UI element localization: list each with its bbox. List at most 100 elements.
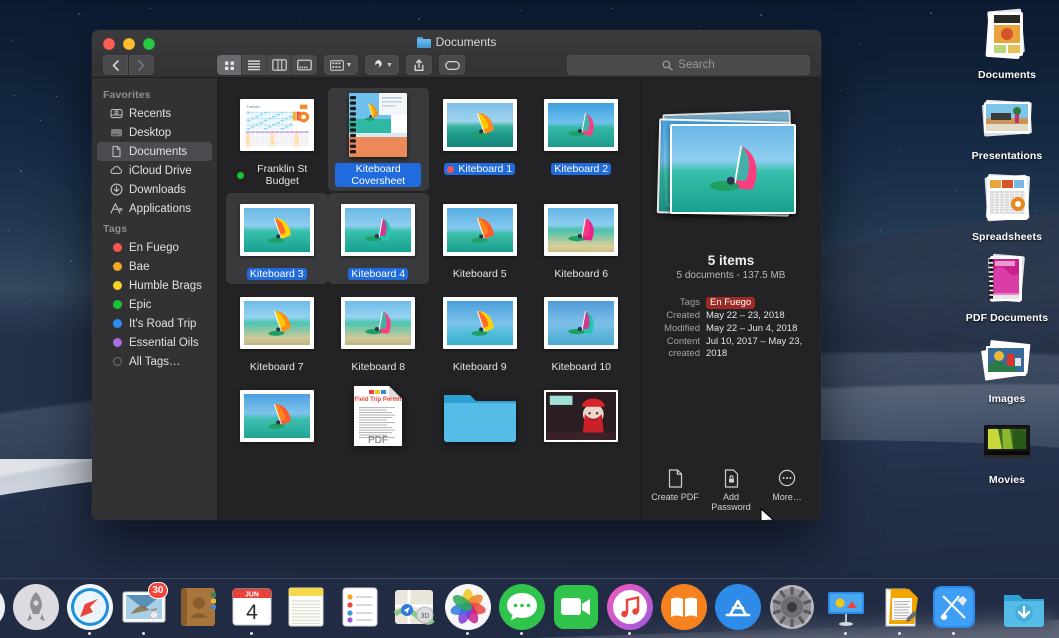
gallery-view-button[interactable] — [292, 55, 317, 75]
preview-pane: 5 items 5 documents - 137.5 MB Tags En Fu… — [641, 78, 821, 520]
sidebar-item-icloud-drive[interactable]: iCloud Drive — [97, 161, 212, 180]
sidebar-item-essential-oils[interactable]: Essential Oils — [97, 333, 212, 352]
dock-item-safari[interactable] — [66, 584, 113, 635]
file-item[interactable] — [226, 379, 328, 452]
facetime-icon — [553, 584, 599, 630]
dock-item-mail[interactable]: 30 — [121, 582, 168, 635]
file-item-kiteboard-3[interactable]: Kiteboard 3 — [226, 193, 328, 284]
navigation-group[interactable] — [103, 55, 154, 75]
windsurfer-figure — [471, 113, 494, 138]
desktop-icon-documents[interactable]: Documents — [961, 0, 1053, 81]
view-mode-segmented-control[interactable] — [217, 55, 317, 75]
dock-item-trash[interactable] — [1055, 584, 1059, 635]
file-thumbnail — [438, 93, 522, 157]
file-item-kiteboard-8[interactable]: Kiteboard 8 — [328, 286, 430, 377]
desktop-icon-pdf-documents[interactable]: PDF Documents — [961, 243, 1053, 324]
action-gear-button[interactable]: ▼ — [365, 55, 399, 75]
file-item-kiteboard-coversheet[interactable]: Kiteboard Coversheet — [327, 88, 429, 191]
desktop-icon-presentations[interactable]: Presentations — [961, 81, 1053, 162]
dock-item-photos[interactable] — [444, 584, 491, 635]
share-button[interactable] — [406, 55, 432, 75]
sidebar-item-label: iCloud Drive — [129, 164, 192, 177]
file-thumbnail — [438, 291, 522, 355]
file-thumbnail — [438, 198, 522, 262]
file-item-kiteboard-1[interactable]: Kiteboard 1 — [429, 88, 531, 191]
sidebar-item-humble-brags[interactable]: Humble Brags — [97, 276, 212, 295]
create-pdf-button[interactable]: Create PDF — [649, 467, 701, 512]
desktop-icon-images[interactable]: Images — [961, 324, 1053, 405]
file-item-kiteboard-4[interactable]: Kiteboard 4 — [327, 193, 429, 284]
sidebar-item-en-fuego[interactable]: En Fuego — [97, 238, 212, 257]
running-indicator — [682, 632, 685, 635]
desktop-icon-movies[interactable]: Movies — [961, 405, 1053, 486]
file-item-kiteboard-9[interactable]: Kiteboard 9 — [429, 286, 531, 377]
add-password-button[interactable]: Add Password — [705, 467, 757, 512]
file-item[interactable]: Field Trip Permit PDF — [328, 379, 430, 452]
tag-button[interactable] — [439, 55, 465, 75]
dock-item-downloads-folder[interactable] — [1001, 584, 1047, 635]
lock-document-icon — [721, 467, 741, 489]
desktop-icon-label: Images — [988, 393, 1026, 405]
tag-dot-icon — [447, 165, 455, 173]
sidebar-item-label: Applications — [129, 202, 192, 215]
column-view-button[interactable] — [267, 55, 292, 75]
file-label: Kiteboard 8 — [348, 361, 408, 373]
search-input[interactable]: Search — [567, 55, 810, 75]
dock-item-notes[interactable] — [283, 584, 329, 635]
list-view-button[interactable] — [242, 55, 267, 75]
file-item-franklin-st-budget[interactable]: Franklin Franklin St Budget — [226, 88, 328, 191]
file-item[interactable] — [429, 379, 531, 452]
back-button[interactable] — [103, 55, 128, 75]
sidebar-item-epic[interactable]: Epic — [97, 295, 212, 314]
svg-text:4: 4 — [246, 601, 258, 624]
file-item-kiteboard-7[interactable]: Kiteboard 7 — [226, 286, 328, 377]
sidebar-item-downloads[interactable]: Downloads — [97, 180, 212, 199]
sidebar-item-desktop[interactable]: Desktop — [97, 123, 212, 142]
dock-item-xcode[interactable] — [931, 584, 977, 635]
dock-item-contacts[interactable] — [175, 584, 221, 635]
file-item-kiteboard-10[interactable]: Kiteboard 10 — [531, 286, 633, 377]
group-by-button[interactable]: ▼ — [324, 55, 358, 75]
sidebar-item-it-s-road-trip[interactable]: It's Road Trip — [97, 314, 212, 333]
sidebar-item-documents[interactable]: Documents — [97, 142, 212, 161]
dock-item-maps[interactable]: 3D — [391, 584, 437, 635]
cloud-icon — [110, 166, 123, 174]
file-item[interactable] — [531, 379, 633, 452]
dock-item-reminders[interactable] — [337, 584, 383, 635]
sidebar-item-all-tags[interactable]: All Tags… — [97, 352, 212, 371]
tag-dot-hollow-icon — [109, 355, 123, 369]
sidebar-item-applications[interactable]: Applications — [97, 199, 212, 218]
finder-sidebar[interactable]: Favorites Recents Desktop Documents iCloud D… — [92, 78, 218, 520]
file-item-kiteboard-5[interactable]: Kiteboard 5 — [429, 193, 531, 284]
tag-dot-icon — [109, 279, 123, 293]
sidebar-item-recents[interactable]: Recents — [97, 104, 212, 123]
dock-item-messages[interactable] — [498, 584, 545, 635]
dock-item-launchpad[interactable] — [12, 584, 59, 635]
file-label-text: Kiteboard 6 — [554, 268, 609, 280]
dock-item-system-preferences[interactable] — [769, 584, 815, 635]
cloud-icon — [109, 164, 123, 178]
dock-item-keynote[interactable] — [823, 584, 869, 635]
dock-item-facetime[interactable] — [553, 584, 599, 635]
dock-item-app-store[interactable] — [714, 584, 761, 635]
file-label-text: Kiteboard 5 — [452, 268, 507, 280]
photo-thumbnail — [544, 99, 619, 151]
sidebar-item-bae[interactable]: Bae — [97, 257, 212, 276]
dock[interactable]: 30 JUN 4 3D — [0, 578, 1059, 638]
forward-button[interactable] — [129, 55, 154, 75]
xcode-icon — [931, 584, 977, 630]
icon-view-button[interactable] — [217, 55, 242, 75]
dock-item-pages[interactable] — [877, 584, 923, 635]
running-indicator — [250, 632, 253, 635]
file-item-kiteboard-6[interactable]: Kiteboard 6 — [531, 193, 633, 284]
preview-metadata: Tags En Fuego Created May 22 – 23, 2018 Modi… — [650, 297, 812, 361]
more-button[interactable]: More… — [761, 467, 813, 512]
dock-item-calendar[interactable]: JUN 4 — [229, 584, 275, 635]
file-grid-container[interactable]: Franklin Franklin St Budget Kiteboard Co… — [218, 78, 641, 520]
file-label-text: Kiteboard 9 — [452, 361, 507, 373]
file-item-kiteboard-2[interactable]: Kiteboard 2 — [531, 88, 633, 191]
dock-item-books[interactable] — [660, 584, 707, 635]
dock-item-finder[interactable] — [0, 584, 5, 635]
dock-item-itunes[interactable] — [606, 584, 653, 635]
desktop-icon-spreadsheets[interactable]: Spreadsheets — [961, 162, 1053, 243]
